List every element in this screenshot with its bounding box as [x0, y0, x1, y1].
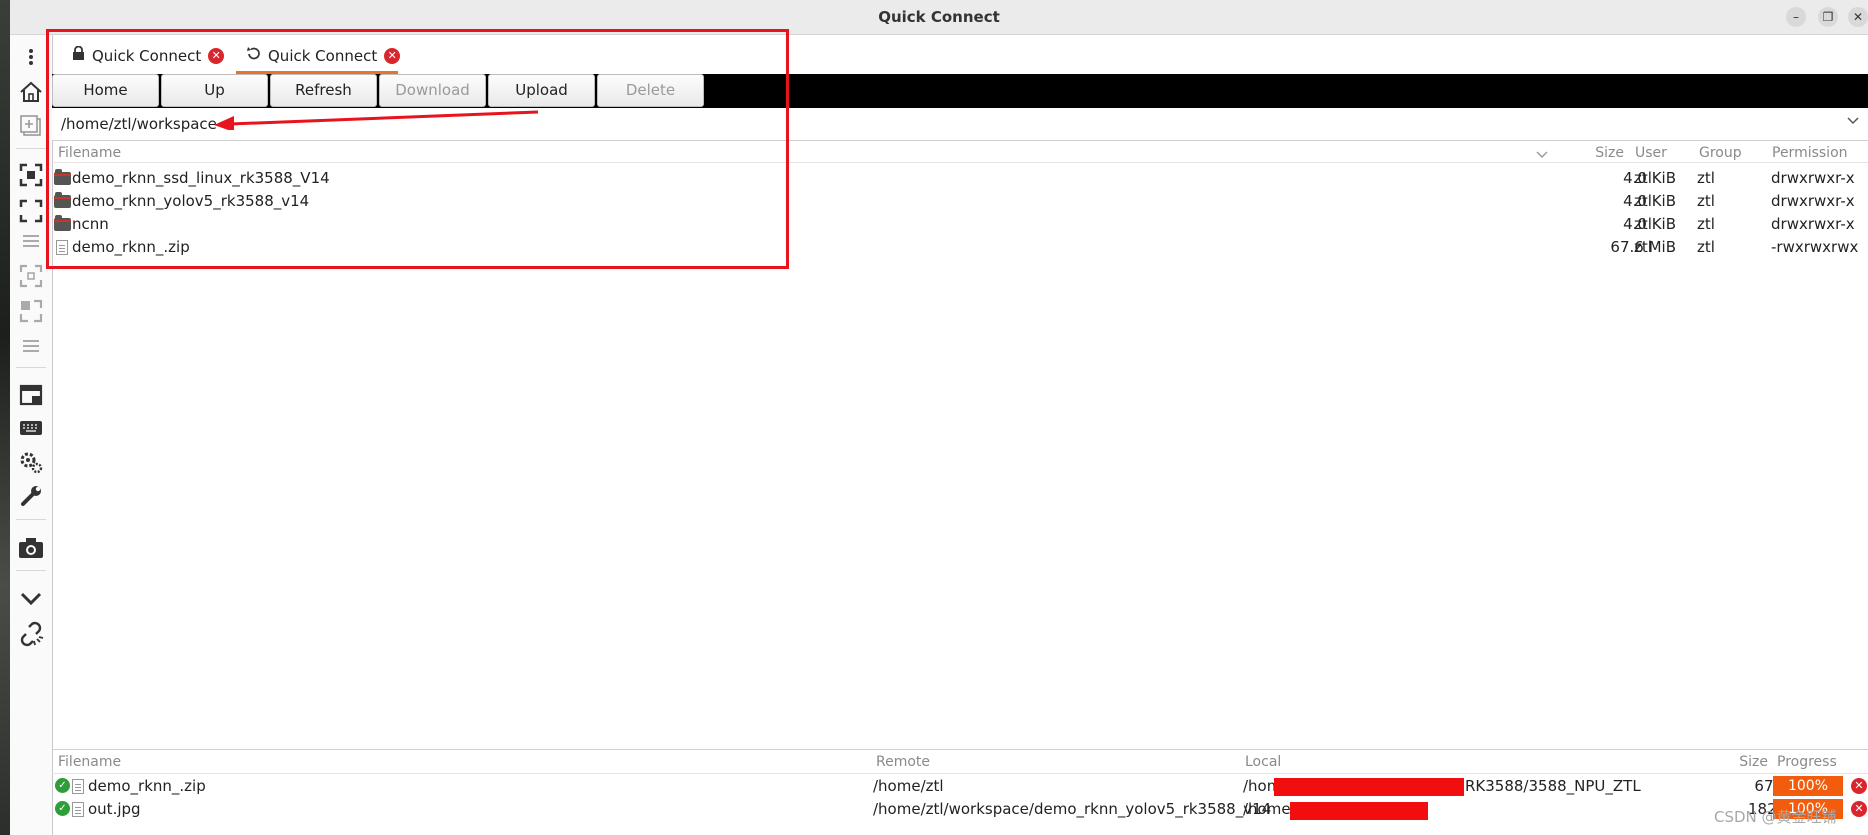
remove-transfer-icon[interactable]: ✕ [1851, 778, 1867, 794]
disconnect-icon[interactable] [16, 619, 46, 649]
fullscreen-icon[interactable] [16, 160, 46, 190]
watermark: CSDN @黄金旺铺 [1714, 808, 1837, 826]
file-group: ztl [1697, 238, 1715, 256]
column-header-user[interactable]: User [1635, 145, 1667, 161]
file-permission: -rwxrwxrwx [1771, 238, 1859, 256]
transfer-local-suffix: RK3588/3588_NPU_ZTL [1465, 777, 1641, 795]
maximize-button[interactable]: ❐ [1818, 7, 1838, 27]
new-tab-icon[interactable] [16, 111, 46, 141]
transfer-remote: /home/ztl/workspace/demo_rknn_yolov5_rk3… [873, 800, 1272, 818]
success-check-icon: ✓ [55, 778, 70, 793]
file-user: ztl [1634, 215, 1652, 233]
settings-gears-icon[interactable] [16, 447, 46, 477]
file-size: 4.0 KiB [1623, 169, 1676, 187]
list-icon[interactable] [16, 226, 46, 256]
file-user: ztl [1634, 238, 1652, 256]
file-size: 4.0 KiB [1623, 192, 1676, 210]
file-permission: drwxrwxr-x [1771, 192, 1855, 210]
chevron-down-icon[interactable] [16, 584, 46, 614]
file-permission: drwxrwxr-x [1771, 169, 1855, 187]
sidebar-divider [16, 148, 46, 149]
header-divider [52, 773, 1868, 774]
remove-transfer-icon[interactable]: ✕ [1851, 801, 1867, 817]
resize-icon[interactable] [16, 296, 46, 326]
transfer-header-filename[interactable]: Filename [58, 754, 121, 770]
file-size: 4.0 KiB [1623, 215, 1676, 233]
file-size: 67.6 MiB [1610, 238, 1676, 256]
window-icon[interactable] [16, 380, 46, 410]
menu-dots-icon[interactable] [16, 42, 46, 72]
desktop-background [0, 0, 10, 835]
progress-bar: 100% [1773, 776, 1843, 796]
file-user: ztl [1634, 192, 1652, 210]
transfer-row[interactable]: ✓ out.jpg /home/ztl/workspace/demo_rknn_… [52, 799, 1868, 821]
list-icon-2[interactable] [16, 331, 46, 361]
file-group: ztl [1697, 215, 1715, 233]
redaction-bar [1274, 778, 1464, 796]
sidebar-divider [16, 367, 46, 368]
wrench-icon[interactable] [16, 481, 46, 511]
sidebar-divider [16, 570, 46, 571]
annotation-highlight-box [46, 29, 789, 269]
file-user: ztl [1634, 169, 1652, 187]
scale-icon[interactable] [16, 261, 46, 291]
column-header-size[interactable]: Size [1560, 145, 1624, 161]
keyboard-icon[interactable] [16, 413, 46, 443]
camera-icon[interactable] [16, 533, 46, 563]
transfer-remote: /home/ztl [873, 777, 944, 795]
file-group: ztl [1697, 169, 1715, 187]
file-permission: drwxrwxr-x [1771, 215, 1855, 233]
annotation-arrow [214, 110, 539, 130]
file-icon [72, 779, 84, 794]
sidebar-divider [16, 519, 46, 520]
transfer-header-local[interactable]: Local [1245, 754, 1281, 770]
transfer-header-progress[interactable]: Progress [1777, 754, 1837, 770]
success-check-icon: ✓ [55, 801, 70, 816]
transfer-header-remote[interactable]: Remote [876, 754, 930, 770]
file-group: ztl [1697, 192, 1715, 210]
column-header-permission[interactable]: Permission [1772, 145, 1848, 161]
home-icon[interactable] [16, 77, 46, 107]
column-header-group[interactable]: Group [1699, 145, 1742, 161]
chevron-down-icon[interactable] [1846, 115, 1860, 130]
transfer-filename: out.jpg [88, 800, 141, 818]
transfer-header-size[interactable]: Size [1700, 754, 1768, 770]
transfer-local-prefix: /home/ [1243, 800, 1296, 818]
file-icon [72, 802, 84, 817]
redaction-bar [1290, 802, 1428, 820]
close-window-button[interactable]: ✕ [1848, 7, 1868, 27]
transfer-row[interactable]: ✓ demo_rknn_.zip /home/ztl /hom RK3588/3… [52, 776, 1868, 798]
transfers-divider [52, 749, 1868, 750]
transfer-filename: demo_rknn_.zip [88, 777, 206, 795]
fit-screen-icon[interactable] [16, 196, 46, 226]
minimize-button[interactable]: – [1786, 7, 1806, 27]
